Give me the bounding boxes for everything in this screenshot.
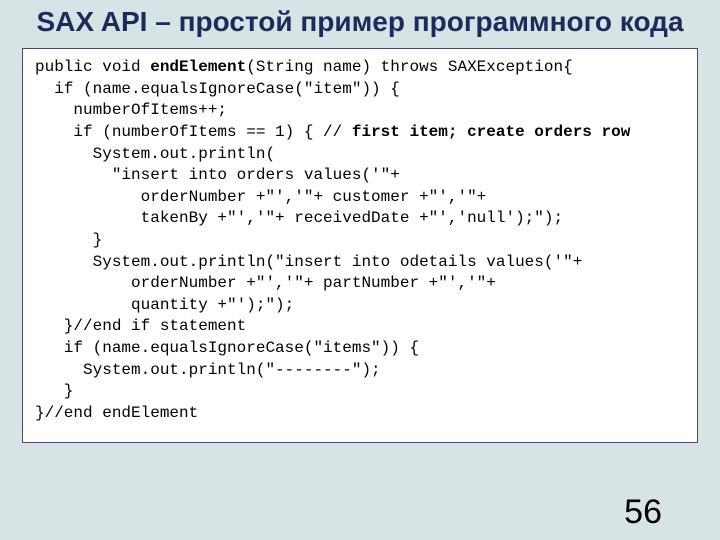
code-line: System.out.println("--------"); <box>35 361 381 379</box>
code-block: public void endElement(String name) thro… <box>22 48 698 443</box>
code-line: public void <box>35 58 150 76</box>
code-bold: endElement <box>150 58 246 76</box>
code-line: if (name.equalsIgnoreCase("item")) { <box>35 80 400 98</box>
code-line: "insert into orders values('"+ <box>35 166 400 184</box>
code-line: System.out.println("insert into odetails… <box>35 253 582 271</box>
code-line: System.out.println( <box>35 145 275 163</box>
code-line: takenBy +"','"+ receivedDate +"','null')… <box>35 209 563 227</box>
page-number: 56 <box>624 493 662 532</box>
code-line: orderNumber +"','"+ customer +"','"+ <box>35 188 486 206</box>
code-line: orderNumber +"','"+ partNumber +"','"+ <box>35 274 496 292</box>
code-line: quantity +"');"); <box>35 296 294 314</box>
code-line: if (numberOfItems == 1) { // <box>35 123 352 141</box>
code-line: numberOfItems++; <box>35 101 227 119</box>
code-line: if (name.equalsIgnoreCase("items")) { <box>35 339 419 357</box>
code-line: } <box>35 382 73 400</box>
code-line: } <box>35 231 102 249</box>
code-comment-bold: first item; create orders row <box>352 123 630 141</box>
slide: SAX API – простой пример программного ко… <box>0 0 720 540</box>
code-line: (String name) throws SAXException{ <box>246 58 572 76</box>
slide-title: SAX API – простой пример программного ко… <box>0 0 720 42</box>
code-line: }//end if statement <box>35 317 246 335</box>
code-line: }//end endElement <box>35 404 198 422</box>
